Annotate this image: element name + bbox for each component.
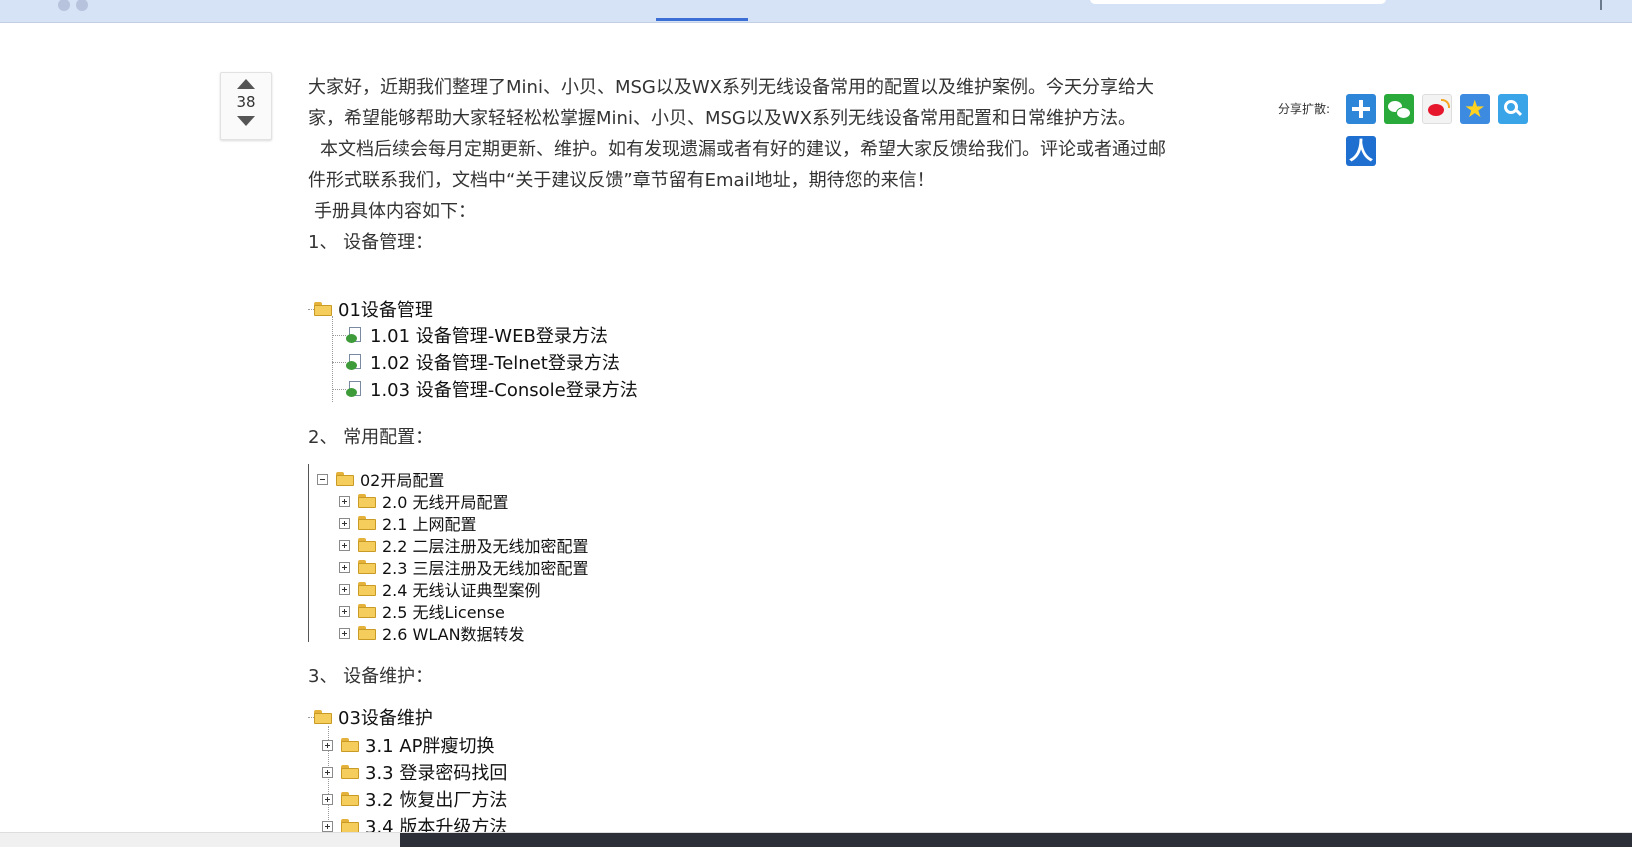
folder-icon	[358, 626, 376, 640]
expand-toggle-icon[interactable]	[339, 605, 350, 617]
section-heading-maintenance: 3、 设备维护：	[308, 666, 434, 687]
tree-item[interactable]: 2.0 无线开局配置	[339, 490, 509, 512]
expand-toggle-icon[interactable]	[339, 539, 350, 551]
vote-widget: 38	[220, 72, 272, 140]
tree-item[interactable]: 2.6 WLAN数据转发	[339, 622, 525, 642]
collapse-toggle-icon[interactable]	[317, 473, 328, 485]
tree-item-label: 3.4 版本升级方法	[365, 817, 508, 832]
tree-item-label: 2.1 上网配置	[382, 515, 477, 534]
tree-item-label: 1.03 设备管理-Console登录方法	[370, 380, 638, 401]
tree-item[interactable]: 2.4 无线认证典型案例	[339, 578, 541, 600]
tree-item-label: 3.1 AP胖瘦切换	[365, 736, 495, 757]
folder-icon	[358, 494, 376, 508]
tree-root-common-config[interactable]: 02开局配置	[317, 468, 444, 490]
weibo-icon[interactable]	[1422, 94, 1452, 124]
expand-toggle-icon[interactable]	[339, 561, 350, 573]
folder-icon	[314, 710, 332, 724]
search-box[interactable]	[1090, 0, 1386, 4]
tree-root-label: 01设备管理	[338, 300, 433, 321]
downvote-arrow-icon[interactable]	[237, 116, 255, 126]
document-icon	[346, 353, 364, 371]
tencent-weibo-icon[interactable]	[1498, 94, 1528, 124]
tree-item-label: 2.0 无线开局配置	[382, 493, 509, 512]
update-paragraph: 本文档后续会每月定期更新、维护。如有发现遗漏或者有好的建议，希望大家反馈给我们。…	[308, 139, 1166, 191]
tree-item-label: 2.2 二层注册及无线加密配置	[382, 537, 589, 556]
article-body: 大家好，近期我们整理了Mini、小贝、MSG以及WX系列无线设备常用的配置以及维…	[308, 72, 1168, 258]
tree-device-management: 01设备管理 1.01 设备管理-WEB登录方法 1.02 设备管理-Telne…	[308, 296, 688, 414]
section-heading-common-config: 2、 常用配置：	[308, 427, 434, 448]
folder-icon	[314, 302, 332, 316]
section-heading-device-management: 1、 设备管理：	[308, 232, 434, 253]
scroll-marker	[1600, 0, 1602, 10]
expand-toggle-icon[interactable]	[322, 739, 333, 751]
tree-item[interactable]: 3.3 登录密码找回	[322, 759, 507, 785]
qzone-icon[interactable]	[1460, 94, 1490, 124]
wechat-icon[interactable]	[1384, 94, 1414, 124]
tree-maintenance: 03设备维护 3.1 AP胖瘦切换 3.3 登录密码找回 3.2 恢复出厂方法 …	[308, 704, 728, 832]
renren-icon[interactable]	[1346, 136, 1376, 166]
contents-intro: 手册具体内容如下：	[314, 201, 476, 222]
tree-root-label: 02开局配置	[360, 471, 445, 490]
tree-item-label: 2.3 三层注册及无线加密配置	[382, 559, 589, 578]
vote-count: 38	[236, 93, 256, 111]
bottom-dark-bar	[400, 833, 1632, 847]
bottom-status-bar	[0, 832, 1632, 847]
tree-root-device-management[interactable]: 01设备管理	[314, 296, 433, 322]
tree-item[interactable]: 3.1 AP胖瘦切换	[322, 732, 495, 758]
browser-top-bar	[0, 0, 1632, 23]
intro-paragraph: 大家好，近期我们整理了Mini、小贝、MSG以及WX系列无线设备常用的配置以及维…	[308, 77, 1154, 129]
expand-toggle-icon[interactable]	[339, 517, 350, 529]
tree-item-label: 2.5 无线License	[382, 603, 505, 622]
tree-item-label: 2.4 无线认证典型案例	[382, 581, 541, 600]
folder-icon	[341, 738, 359, 752]
plus-icon[interactable]	[1346, 94, 1376, 124]
expand-toggle-icon[interactable]	[339, 495, 350, 507]
folder-icon	[341, 819, 359, 832]
tree-root-label: 03设备维护	[338, 708, 433, 729]
tree-common-config: 02开局配置 2.0 无线开局配置 2.1 上网配置 2.2 二层注册及无线加密…	[308, 464, 729, 642]
tree-item[interactable]: 1.03 设备管理-Console登录方法	[346, 376, 638, 402]
active-tab-indicator	[656, 18, 748, 21]
tree-item[interactable]: 2.2 二层注册及无线加密配置	[339, 534, 589, 556]
tree-item[interactable]: 2.5 无线License	[339, 600, 505, 622]
tree-item[interactable]: 3.4 版本升级方法	[322, 813, 507, 832]
folder-icon	[358, 560, 376, 574]
share-label: 分享扩散:	[1278, 102, 1331, 116]
expand-toggle-icon[interactable]	[339, 583, 350, 595]
expand-toggle-icon[interactable]	[322, 766, 333, 778]
document-icon	[346, 326, 364, 344]
logo-icon	[58, 0, 98, 11]
folder-icon	[358, 538, 376, 552]
upvote-arrow-icon[interactable]	[237, 79, 255, 89]
tree-item[interactable]: 3.2 恢复出厂方法	[322, 786, 507, 812]
tree-item[interactable]: 1.01 设备管理-WEB登录方法	[346, 322, 608, 348]
tree-item[interactable]: 1.02 设备管理-Telnet登录方法	[346, 349, 620, 375]
folder-icon	[358, 516, 376, 530]
folder-icon	[358, 604, 376, 618]
document-icon	[346, 380, 364, 398]
expand-toggle-icon[interactable]	[322, 793, 333, 805]
folder-icon	[341, 765, 359, 779]
tree-root-maintenance[interactable]: 03设备维护	[314, 704, 433, 730]
expand-toggle-icon[interactable]	[339, 627, 350, 639]
expand-toggle-icon[interactable]	[322, 820, 333, 832]
folder-icon	[336, 472, 354, 486]
tree-item[interactable]: 2.3 三层注册及无线加密配置	[339, 556, 589, 578]
folder-icon	[341, 792, 359, 806]
folder-icon	[358, 582, 376, 596]
tree-item-label: 3.2 恢复出厂方法	[365, 790, 508, 811]
tree-item-label: 3.3 登录密码找回	[365, 763, 508, 784]
tree-item-label: 1.02 设备管理-Telnet登录方法	[370, 353, 620, 374]
tree-item-label: 1.01 设备管理-WEB登录方法	[370, 326, 608, 347]
tree-item[interactable]: 2.1 上网配置	[339, 512, 477, 534]
tree-item-label: 2.6 WLAN数据转发	[382, 625, 525, 642]
